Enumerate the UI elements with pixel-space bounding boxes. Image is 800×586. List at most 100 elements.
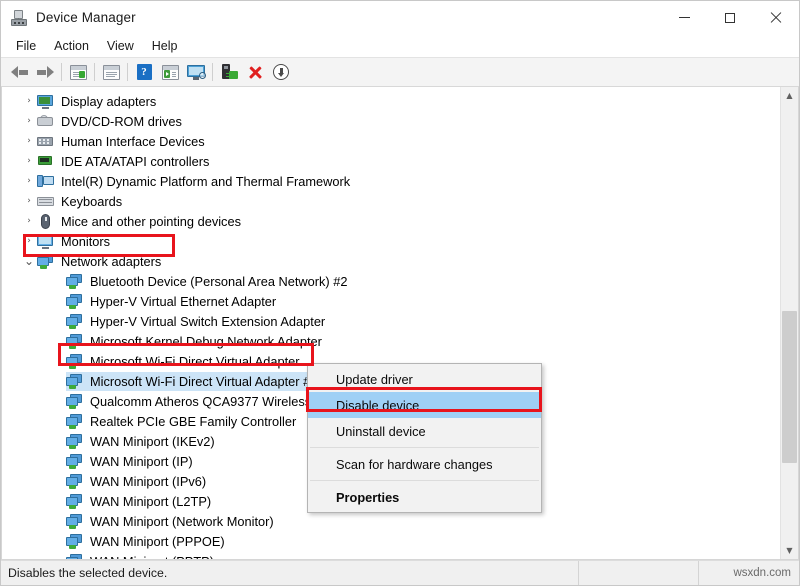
tree-row-content[interactable]: Display adapters bbox=[37, 92, 161, 111]
watermark: wsxdn.com bbox=[699, 567, 799, 579]
tree-row[interactable]: Bluetooth Device (Personal Area Network)… bbox=[2, 271, 780, 291]
tree-row-content[interactable]: DVD/CD-ROM drives bbox=[37, 112, 187, 131]
tree-row-label: WAN Miniport (IP) bbox=[89, 454, 193, 469]
chevron-right-icon[interactable]: › bbox=[21, 212, 37, 231]
tree-row[interactable]: › Mice and other pointing devices bbox=[2, 211, 780, 231]
context-menu-item[interactable]: Properties bbox=[308, 484, 541, 510]
status-divider-1 bbox=[578, 561, 579, 585]
scroll-down-button[interactable]: ▼ bbox=[781, 542, 798, 559]
enable-device-button[interactable] bbox=[216, 60, 242, 84]
scroll-up-button[interactable]: ▲ bbox=[781, 87, 798, 104]
chevron-right-icon[interactable]: › bbox=[21, 232, 37, 251]
tree-row-content[interactable]: IDE ATA/ATAPI controllers bbox=[37, 152, 214, 171]
network-adapter-icon bbox=[66, 454, 83, 469]
tree-row-content[interactable]: WAN Miniport (PPTP) bbox=[66, 552, 219, 560]
disable-device-button[interactable] bbox=[268, 60, 294, 84]
tree-row-content[interactable]: Human Interface Devices bbox=[37, 132, 210, 151]
tree-row-label: Hyper-V Virtual Switch Extension Adapter bbox=[89, 314, 325, 329]
back-button[interactable] bbox=[6, 60, 32, 84]
tree-row-content[interactable]: Monitors bbox=[37, 232, 115, 251]
chevron-down-icon[interactable]: ⌄ bbox=[21, 255, 37, 268]
tree-row-content[interactable]: WAN Miniport (IP) bbox=[66, 452, 198, 471]
tree-row-content[interactable]: Hyper-V Virtual Ethernet Adapter bbox=[66, 292, 281, 311]
chevron-right-icon[interactable]: › bbox=[21, 112, 37, 131]
network-adapter-icon bbox=[37, 254, 54, 269]
tree-row-label: WAN Miniport (IKEv2) bbox=[89, 434, 215, 449]
tree-row[interactable]: ›Intel(R) Dynamic Platform and Thermal F… bbox=[2, 171, 780, 191]
maximize-button[interactable] bbox=[707, 1, 753, 34]
menu-help[interactable]: Help bbox=[143, 37, 187, 55]
network-adapter-icon bbox=[66, 534, 83, 549]
monitor-icon bbox=[37, 234, 54, 249]
vertical-scrollbar[interactable]: ▲ ▼ bbox=[780, 87, 798, 559]
tree-row[interactable]: Microsoft Kernel Debug Network Adapter bbox=[2, 331, 780, 351]
device-manager-window: Device Manager File Action View Help bbox=[0, 0, 800, 586]
update-driver-icon bbox=[162, 65, 179, 80]
tree-row-content[interactable]: WAN Miniport (PPPOE) bbox=[66, 532, 230, 551]
minimize-icon bbox=[679, 17, 690, 18]
scrollbar-thumb[interactable] bbox=[782, 311, 797, 463]
context-menu-item[interactable]: Update driver bbox=[308, 366, 541, 392]
tree-row[interactable]: ›Keyboards bbox=[2, 191, 780, 211]
scan-for-hardware-changes-button[interactable] bbox=[183, 60, 209, 84]
tree-row[interactable]: › Human Interface Devices bbox=[2, 131, 780, 151]
context-menu-item[interactable]: Disable device bbox=[308, 392, 541, 418]
display-adapter-icon bbox=[37, 94, 54, 109]
tree-row-content[interactable]: Bluetooth Device (Personal Area Network)… bbox=[66, 272, 353, 291]
context-menu-separator bbox=[310, 447, 539, 448]
chevron-right-icon[interactable]: › bbox=[21, 152, 37, 171]
tree-row[interactable]: WAN Miniport (Network Monitor) bbox=[2, 511, 780, 531]
tree-row-content[interactable]: WAN Miniport (Network Monitor) bbox=[66, 512, 279, 531]
tree-row-content[interactable]: Realtek PCIe GBE Family Controller bbox=[66, 412, 301, 431]
tree-row[interactable]: ⌄ Network adapters bbox=[2, 251, 780, 271]
chevron-right-icon[interactable]: › bbox=[21, 132, 37, 151]
tree-row[interactable]: WAN Miniport (PPPOE) bbox=[2, 531, 780, 551]
tree-row-label: Display adapters bbox=[60, 94, 156, 109]
network-adapter-icon bbox=[66, 514, 83, 529]
tree-row-label: Mice and other pointing devices bbox=[60, 214, 241, 229]
close-button[interactable] bbox=[753, 1, 799, 34]
tree-row[interactable]: Hyper-V Virtual Ethernet Adapter bbox=[2, 291, 780, 311]
tree-row-content[interactable]: Network adapters bbox=[37, 252, 166, 271]
tree-row[interactable]: Hyper-V Virtual Switch Extension Adapter bbox=[2, 311, 780, 331]
menu-file[interactable]: File bbox=[7, 37, 45, 55]
tree-row-content[interactable]: WAN Miniport (L2TP) bbox=[66, 492, 216, 511]
close-icon bbox=[770, 12, 782, 24]
keyboard-icon bbox=[37, 194, 54, 209]
tree-row-label: Human Interface Devices bbox=[60, 134, 205, 149]
ide-controller-icon bbox=[37, 154, 54, 169]
uninstall-device-button[interactable] bbox=[242, 60, 268, 84]
chevron-right-icon[interactable]: › bbox=[21, 92, 37, 111]
tree-row-content[interactable]: Keyboards bbox=[37, 192, 127, 211]
minimize-button[interactable] bbox=[661, 1, 707, 34]
tree-row[interactable]: ›IDE ATA/ATAPI controllers bbox=[2, 151, 780, 171]
chevron-right-icon[interactable]: › bbox=[21, 172, 37, 191]
tree-row-content[interactable]: WAN Miniport (IPv6) bbox=[66, 472, 211, 491]
show-hide-console-tree-button[interactable] bbox=[65, 60, 91, 84]
tree-row-label: Microsoft Wi-Fi Direct Virtual Adapter bbox=[89, 354, 300, 369]
tree-row-content[interactable]: Microsoft Kernel Debug Network Adapter bbox=[66, 332, 327, 351]
tree-row-content[interactable]: Mice and other pointing devices bbox=[37, 212, 246, 231]
tree-row-content[interactable]: Hyper-V Virtual Switch Extension Adapter bbox=[66, 312, 330, 331]
properties-button[interactable] bbox=[98, 60, 124, 84]
tree-row-label: Network adapters bbox=[60, 254, 161, 269]
chevron-right-icon[interactable]: › bbox=[21, 192, 37, 211]
status-message: Disables the selected device. bbox=[1, 566, 578, 580]
tree-row[interactable]: › Display adapters bbox=[2, 91, 780, 111]
tree-row[interactable]: WAN Miniport (PPTP) bbox=[2, 551, 780, 559]
tree-row-content[interactable]: Microsoft Wi-Fi Direct Virtual Adapter #… bbox=[66, 372, 322, 391]
tree-row[interactable]: ›DVD/CD-ROM drives bbox=[2, 111, 780, 131]
forward-button[interactable] bbox=[32, 60, 58, 84]
help-button[interactable]: ? bbox=[131, 60, 157, 84]
menu-view[interactable]: View bbox=[98, 37, 143, 55]
tree-row-content[interactable]: Microsoft Wi-Fi Direct Virtual Adapter bbox=[66, 352, 305, 371]
context-menu[interactable]: Update driverDisable deviceUninstall dev… bbox=[307, 363, 542, 513]
tree-row-label: Monitors bbox=[60, 234, 110, 249]
tree-row-content[interactable]: WAN Miniport (IKEv2) bbox=[66, 432, 220, 451]
menu-action[interactable]: Action bbox=[45, 37, 98, 55]
context-menu-item[interactable]: Uninstall device bbox=[308, 418, 541, 444]
tree-row-content[interactable]: Intel(R) Dynamic Platform and Thermal Fr… bbox=[37, 172, 355, 191]
update-driver-button[interactable] bbox=[157, 60, 183, 84]
tree-row[interactable]: › Monitors bbox=[2, 231, 780, 251]
context-menu-item[interactable]: Scan for hardware changes bbox=[308, 451, 541, 477]
